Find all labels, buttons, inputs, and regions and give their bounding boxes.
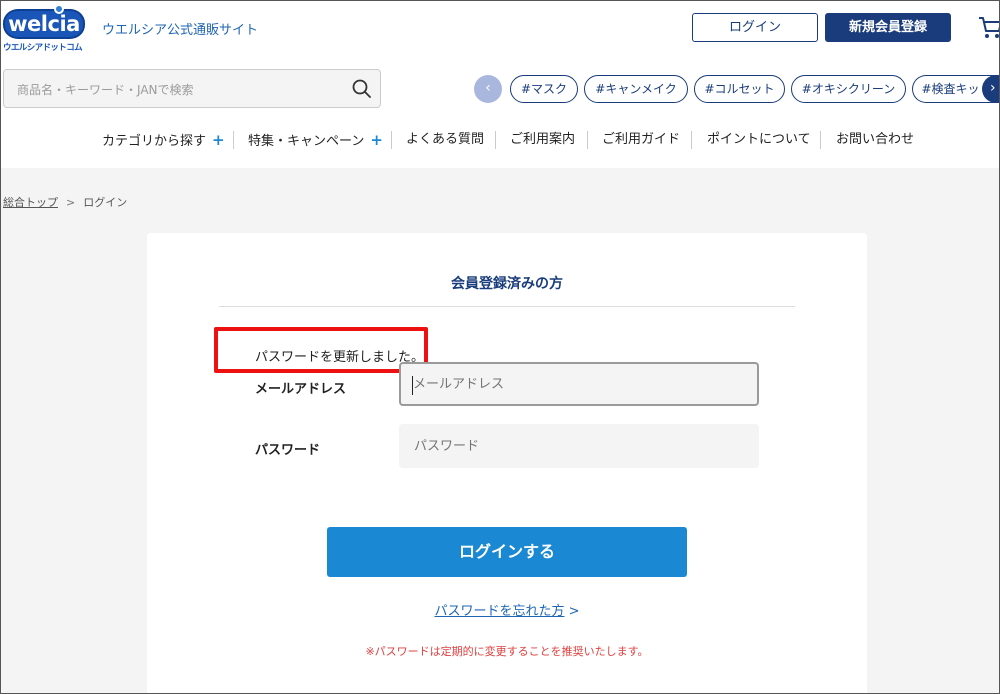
site-header: welcia ウエルシアドットコム ウエルシア公式通販サイト ログイン 新規会員… [0,0,1000,168]
nav-points[interactable]: ポイントについて [707,128,811,152]
nav-divider [587,131,588,149]
nav-divider [691,131,692,149]
cart-icon[interactable] [978,14,1000,40]
tag-mask[interactable]: #マスク [510,75,578,103]
logo-subtitle: ウエルシアドットコム [3,43,83,53]
forgot-password-label: パスワードを忘れた方 [434,604,565,619]
tags-prev-button[interactable]: ‹ [474,75,502,103]
logo-badge: welcia [3,9,85,39]
email-label: メールアドレス [255,382,347,397]
nav-campaign-label: 特集・キャンペーン [248,134,365,149]
nav-category[interactable]: カテゴリから探す + [102,128,225,152]
site-name: ウエルシア公式通販サイト [102,23,259,38]
main-nav: カテゴリから探す + 特集・キャンペーン + よくある質問 ご利用案内 ご利用ガイド… [0,128,1000,152]
chevron-right-icon: > [66,196,76,209]
header-login-button[interactable]: ログイン [692,13,818,42]
text-caret [412,376,413,395]
email-field[interactable] [399,362,759,406]
nav-contact[interactable]: お問い合わせ [836,128,914,152]
nav-divider [495,131,496,149]
nav-category-label: カテゴリから探す [102,134,207,149]
notice-highlight-box [214,327,428,373]
search-bar[interactable]: 商品名・キーワード・JANで検索 [3,69,381,108]
search-input[interactable]: 商品名・キーワード・JANで検索 [17,81,194,98]
nav-divider [233,131,234,149]
login-submit-button[interactable]: ログインする [327,527,687,577]
password-warning: ※パスワードは定期的に変更することを推奨いたします。 [365,645,649,658]
tag-oxiclean[interactable]: #オキシクリーン [791,75,906,103]
welcia-logo[interactable]: welcia ウエルシアドットコム [3,4,87,53]
search-icon[interactable] [352,79,372,99]
chevron-right-icon: > [568,604,580,619]
nav-campaign[interactable]: 特集・キャンペーン + [248,128,383,152]
breadcrumb-current: ログイン [83,196,128,209]
register-button[interactable]: 新規会員登録 [825,13,951,42]
login-card: 会員登録済みの方 パスワードを更新しました。 メールアドレス パスワード ログイ… [147,233,867,694]
logo-dot-icon [54,4,64,14]
title-divider [219,306,795,307]
nav-usage-guide[interactable]: ご利用ガイド [602,128,680,152]
breadcrumb-home-link[interactable]: 総合トップ [3,196,58,209]
nav-usage-info[interactable]: ご利用案内 [510,128,575,152]
plus-icon: + [370,131,383,149]
forgot-password-link[interactable]: パスワードを忘れた方 > [147,600,867,619]
plus-icon: + [212,131,225,149]
breadcrumb: 総合トップ > ログイン [3,194,127,210]
password-field[interactable] [399,424,759,468]
tag-corset[interactable]: #コルセット [694,75,785,103]
login-title: 会員登録済みの方 [451,276,563,292]
tag-canmake[interactable]: #キャンメイク [584,75,688,103]
nav-divider [391,131,392,149]
nav-faq[interactable]: よくある質問 [406,128,484,152]
password-label: パスワード [255,443,321,458]
nav-divider [820,131,821,149]
